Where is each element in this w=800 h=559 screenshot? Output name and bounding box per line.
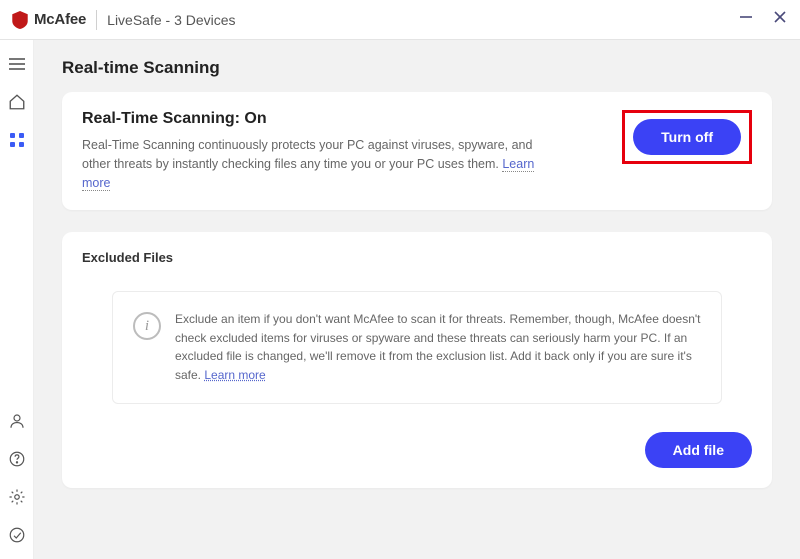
brand-divider <box>96 10 97 30</box>
account-icon[interactable] <box>7 411 27 431</box>
page-title: Real-time Scanning <box>62 58 772 78</box>
rts-description-text: Real-Time Scanning continuously protects… <box>82 138 532 171</box>
apps-icon[interactable] <box>7 130 27 150</box>
excluded-info-box: i Exclude an item if you don't want McAf… <box>112 291 722 403</box>
product-name: LiveSafe - 3 Devices <box>107 12 235 28</box>
realtime-scanning-card: Real-Time Scanning: On Real-Time Scannin… <box>62 92 772 210</box>
rts-heading: Real-Time Scanning: On <box>82 110 606 128</box>
settings-icon[interactable] <box>7 487 27 507</box>
menu-icon[interactable] <box>7 54 27 74</box>
feedback-icon[interactable] <box>7 525 27 545</box>
home-icon[interactable] <box>7 92 27 112</box>
turn-off-highlight: Turn off <box>622 110 752 164</box>
add-file-button[interactable]: Add file <box>645 432 752 468</box>
titlebar: McAfee LiveSafe - 3 Devices <box>0 0 800 40</box>
excluded-files-title: Excluded Files <box>82 250 752 265</box>
content: Real-time Scanning Real-Time Scanning: O… <box>34 40 800 559</box>
close-button[interactable] <box>772 9 788 30</box>
excluded-learn-more-link[interactable]: Learn more <box>204 368 265 382</box>
sidebar <box>0 40 34 559</box>
brand: McAfee <box>12 11 86 29</box>
turn-off-button[interactable]: Turn off <box>633 119 741 155</box>
rts-description: Real-Time Scanning continuously protects… <box>82 136 562 192</box>
excluded-files-card: Excluded Files i Exclude an item if you … <box>62 232 772 487</box>
excluded-info-text: Exclude an item if you don't want McAfee… <box>175 310 701 384</box>
help-icon[interactable] <box>7 449 27 469</box>
minimize-button[interactable] <box>738 9 754 30</box>
brand-name: McAfee <box>34 11 86 28</box>
window-controls <box>738 9 788 30</box>
info-icon: i <box>133 312 161 340</box>
mcafee-shield-icon <box>12 11 28 29</box>
